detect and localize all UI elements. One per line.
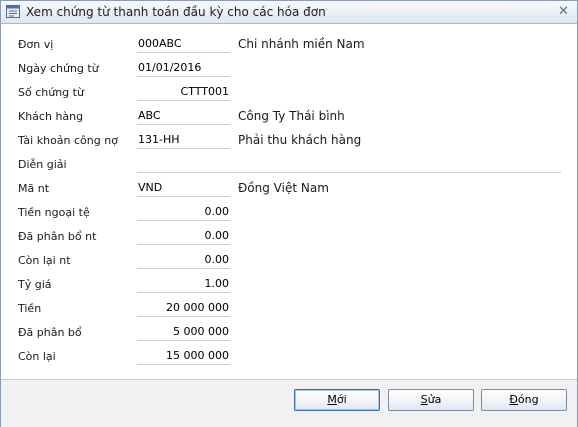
row-ma-nt: Mã nt Đồng Việt Nam [1, 179, 577, 199]
so-chung-tu-label: Số chứng từ [18, 86, 84, 99]
ma-nt-label: Mã nt [18, 182, 50, 195]
ngay-chung-tu-field[interactable] [137, 59, 230, 77]
con-lai-field[interactable] [137, 347, 230, 365]
con-lai-nt-field[interactable] [137, 251, 230, 269]
ma-nt-desc: Đồng Việt Nam [238, 181, 329, 195]
tien-field[interactable] [137, 299, 230, 317]
row-con-lai-nt: Còn lại nt [1, 251, 577, 271]
row-con-lai: Còn lại [1, 347, 577, 367]
tien-ngoai-te-field[interactable] [137, 203, 230, 221]
row-khach-hang: Khách hàng Công Ty Thái bình [1, 107, 577, 127]
edit-button[interactable]: Sửa [388, 389, 474, 411]
dialog-window: Xem chứng từ thanh toán đầu kỳ cho các h… [0, 0, 578, 427]
form-body: Đơn vị Chi nhánh miền Nam Ngày chứng từ … [1, 24, 577, 379]
don-vi-field[interactable] [137, 35, 230, 53]
close-button-label: óng [517, 393, 539, 406]
tai-khoan-cong-no-label: Tài khoản công nợ [18, 134, 118, 147]
row-ngay-chung-tu: Ngày chứng từ [1, 59, 577, 79]
close-button-hotkey: Đ [509, 393, 518, 406]
con-lai-nt-label: Còn lại nt [18, 254, 71, 267]
row-so-chung-tu: Số chứng từ [1, 83, 577, 103]
row-da-phan-bo: Đã phân bổ [1, 323, 577, 343]
da-phan-bo-nt-label: Đã phân bổ nt [18, 230, 97, 243]
khach-hang-field[interactable] [137, 107, 230, 125]
khach-hang-label: Khách hàng [18, 110, 84, 123]
row-tai-khoan-cong-no: Tài khoản công nợ Phải thu khách hàng [1, 131, 577, 151]
tien-label: Tiền [18, 302, 42, 315]
da-phan-bo-field[interactable] [137, 323, 230, 341]
row-da-phan-bo-nt: Đã phân bổ nt [1, 227, 577, 247]
ngay-chung-tu-label: Ngày chứng từ [18, 62, 99, 75]
don-vi-desc: Chi nhánh miền Nam [238, 37, 365, 51]
ma-nt-field[interactable] [137, 179, 230, 197]
tien-ngoai-te-label: Tiền ngoại tệ [18, 206, 90, 219]
da-phan-bo-label: Đã phân bổ [18, 326, 82, 339]
row-ty-gia: Tỷ giá [1, 275, 577, 295]
new-button-label: ới [336, 393, 347, 406]
form-window-icon [6, 5, 20, 18]
row-dien-giai: Diễn giải [1, 155, 577, 175]
row-tien-ngoai-te: Tiền ngoại tệ [1, 203, 577, 223]
row-don-vi: Đơn vị Chi nhánh miền Nam [1, 35, 577, 55]
con-lai-label: Còn lại [18, 350, 56, 363]
dien-giai-field[interactable] [137, 155, 561, 173]
so-chung-tu-field[interactable] [137, 83, 230, 101]
row-tien: Tiền [1, 299, 577, 319]
button-bar: Mới Sửa Đóng [1, 379, 577, 427]
new-button-hotkey: M [327, 393, 337, 406]
new-button[interactable]: Mới [294, 389, 380, 411]
tai-khoan-cong-no-field[interactable] [137, 131, 230, 149]
ty-gia-label: Tỷ giá [18, 278, 52, 291]
close-icon[interactable]: ✕ [556, 4, 571, 19]
edit-button-hotkey: S [420, 393, 428, 406]
close-button[interactable]: Đóng [481, 389, 567, 411]
edit-button-label: ửa [427, 393, 442, 406]
khach-hang-desc: Công Ty Thái bình [238, 109, 345, 123]
ty-gia-field[interactable] [137, 275, 230, 293]
dien-giai-label: Diễn giải [18, 158, 67, 171]
da-phan-bo-nt-field[interactable] [137, 227, 230, 245]
title-bar: Xem chứng từ thanh toán đầu kỳ cho các h… [1, 1, 577, 24]
don-vi-label: Đơn vị [18, 38, 54, 51]
window-title: Xem chứng từ thanh toán đầu kỳ cho các h… [26, 5, 326, 19]
tai-khoan-cong-no-desc: Phải thu khách hàng [238, 133, 362, 147]
